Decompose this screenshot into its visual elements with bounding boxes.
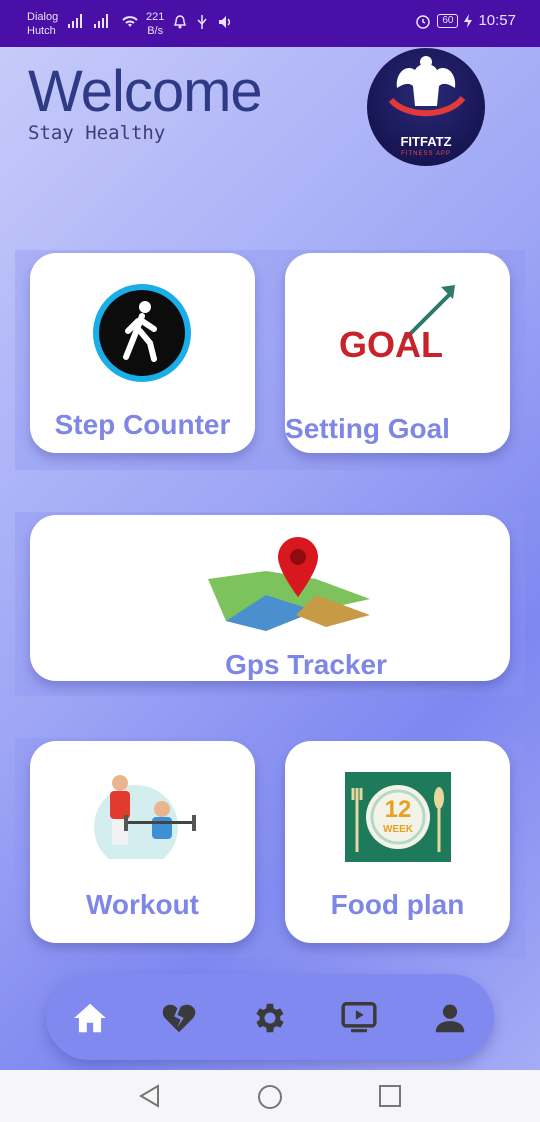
page-title: Welcome bbox=[28, 59, 263, 124]
logo-name: FITFATZ bbox=[400, 134, 452, 149]
battery-indicator: 60 bbox=[437, 13, 459, 28]
video-icon[interactable] bbox=[340, 999, 378, 1037]
status-bar: Dialog Hutch 221 B/s 60 10:57 bbox=[0, 0, 540, 47]
step-counter-label: Step Counter bbox=[54, 409, 231, 440]
meal-plan-icon: 12 WEEK bbox=[345, 772, 451, 862]
status-right: 60 10:57 bbox=[415, 12, 516, 29]
heart-broken-icon[interactable] bbox=[160, 999, 198, 1037]
signal-icon bbox=[94, 14, 108, 28]
home-circle-icon[interactable] bbox=[257, 1084, 283, 1110]
page-subtitle: Stay Healthy bbox=[28, 122, 166, 144]
step-counter-card[interactable]: Step Counter bbox=[30, 253, 255, 453]
app-logo: FITFATZ FITNESS APP bbox=[367, 48, 485, 166]
bodybuilder-icon bbox=[388, 56, 466, 117]
back-icon[interactable] bbox=[138, 1084, 162, 1108]
workout-card[interactable]: Workout bbox=[30, 741, 255, 943]
gear-icon[interactable] bbox=[251, 999, 289, 1037]
setting-goal-label: Setting Goal bbox=[285, 413, 450, 444]
food-plan-label: Food plan bbox=[330, 889, 465, 920]
gps-tracker-label: Gps Tracker bbox=[225, 649, 387, 680]
goal-target-icon: GOAL bbox=[339, 285, 455, 365]
network-speed: 221 B/s bbox=[146, 11, 165, 37]
alarm-icon bbox=[416, 14, 431, 29]
gps-tracker-card[interactable]: Gps Tracker bbox=[30, 515, 510, 681]
carrier-label: Dialog Hutch bbox=[27, 11, 59, 37]
charging-icon bbox=[464, 13, 473, 28]
signal-icons bbox=[68, 14, 140, 28]
home-icon[interactable] bbox=[71, 999, 109, 1037]
svg-text:WEEK: WEEK bbox=[383, 824, 414, 835]
food-plan-card[interactable]: 12 WEEK Food plan bbox=[285, 741, 510, 943]
setting-goal-card[interactable]: GOAL Setting Goal bbox=[285, 253, 510, 453]
bell-icon bbox=[174, 15, 186, 29]
volume-icon bbox=[219, 16, 231, 28]
map-pin-icon bbox=[208, 537, 370, 631]
person-icon[interactable] bbox=[431, 999, 469, 1037]
bottom-navigation bbox=[46, 974, 494, 1060]
clock: 10:57 bbox=[478, 12, 516, 29]
recents-icon[interactable] bbox=[379, 1085, 401, 1107]
weightlifting-icon bbox=[94, 775, 196, 859]
usb-icon bbox=[197, 15, 207, 29]
workout-label: Workout bbox=[85, 889, 200, 920]
logo-tagline: FITNESS APP bbox=[401, 151, 451, 157]
signal-icon bbox=[68, 14, 82, 28]
notification-icons bbox=[174, 15, 234, 29]
wifi-icon bbox=[122, 16, 138, 27]
svg-text:12: 12 bbox=[385, 796, 412, 823]
svg-text:GOAL: GOAL bbox=[339, 324, 443, 365]
walking-icon bbox=[93, 284, 191, 382]
system-navigation-bar bbox=[0, 1070, 540, 1122]
